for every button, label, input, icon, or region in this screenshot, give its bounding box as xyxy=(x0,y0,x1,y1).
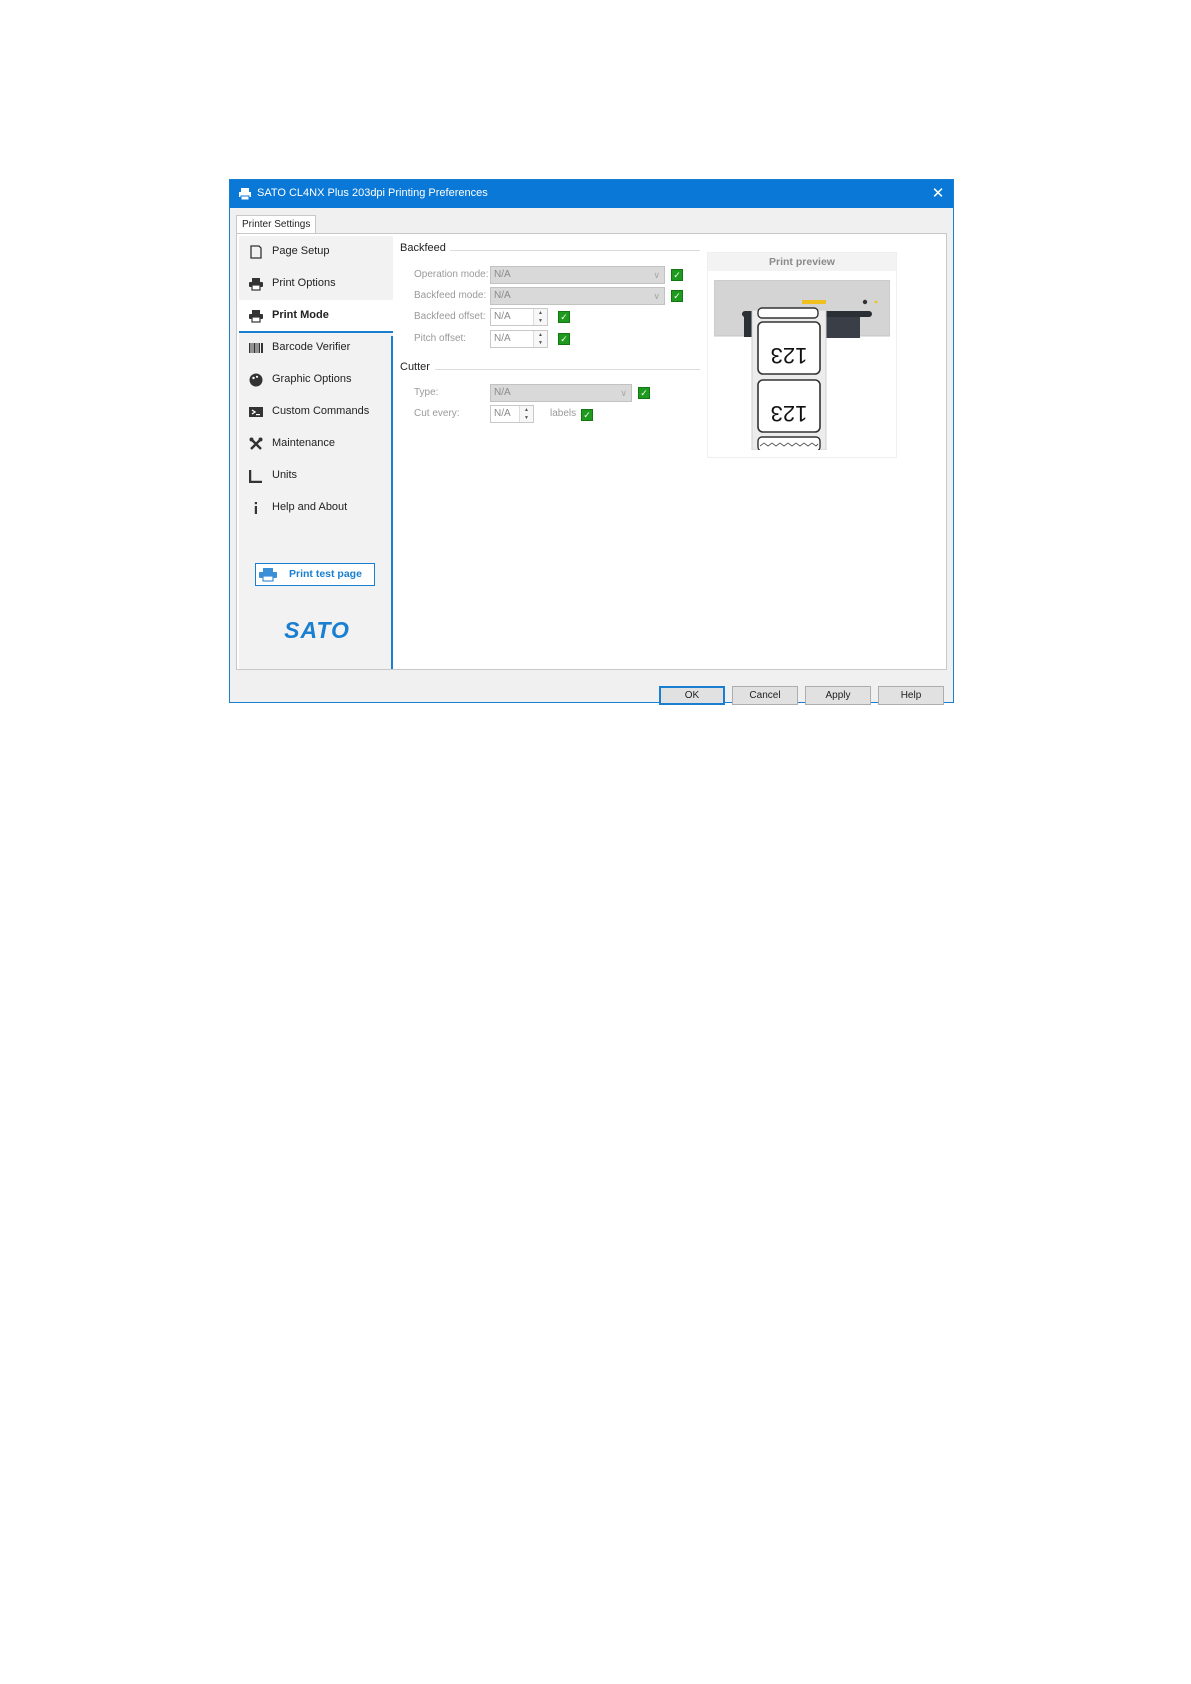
pitch-offset-checkbox[interactable]: ✓ xyxy=(558,333,570,345)
printer-preview-illustration: 123 123 xyxy=(714,280,890,450)
pitch-offset-spinner[interactable]: ▲ ▼ xyxy=(533,331,547,347)
svg-text:SATO: SATO xyxy=(284,619,350,641)
operation-mode-select[interactable]: N/A ∨ xyxy=(490,266,665,284)
tab-printer-settings[interactable]: Printer Settings xyxy=(236,215,316,233)
sidebar-item-print-mode[interactable]: Print Mode xyxy=(239,300,393,333)
backfeed-heading: Backfeed xyxy=(400,242,446,254)
sidebar-item-print-options[interactable]: Print Options xyxy=(239,268,393,300)
cut-every-value: N/A xyxy=(494,408,511,419)
cut-every-input[interactable]: N/A ▲ ▼ xyxy=(490,405,534,423)
printer-icon xyxy=(249,278,263,291)
sidebar-item-label: Barcode Verifier xyxy=(272,341,351,353)
chevron-down-icon: ∨ xyxy=(620,388,627,398)
sidebar-item-custom-commands[interactable]: Custom Commands xyxy=(239,396,393,428)
backfeed-offset-value: N/A xyxy=(494,311,511,322)
print-mode-content: Backfeed Operation mode: N/A ∨ ✓ Backfee… xyxy=(395,236,706,669)
sidebar-item-page-setup[interactable]: Page Setup xyxy=(239,236,393,268)
printer-icon xyxy=(239,188,251,201)
backfeed-offset-input[interactable]: N/A ▲ ▼ xyxy=(490,308,548,326)
spin-down-icon[interactable]: ▼ xyxy=(520,414,533,422)
title-bar: SATO CL4NX Plus 203dpi Printing Preferen… xyxy=(230,180,953,208)
sidebar-item-label: Help and About xyxy=(272,501,348,513)
sidebar: Page Setup Print Options Print Mode Barc… xyxy=(239,236,393,669)
cut-every-suffix: labels xyxy=(550,408,577,419)
cut-every-label: Cut every: xyxy=(414,408,460,419)
sidebar-item-label: Page Setup xyxy=(272,245,330,257)
backfeed-mode-value: N/A xyxy=(494,290,511,301)
page-icon xyxy=(250,245,262,259)
backfeed-offset-checkbox[interactable]: ✓ xyxy=(558,311,570,323)
cut-every-spinner[interactable]: ▲ ▼ xyxy=(519,406,533,422)
print-test-page-button[interactable]: Print test page xyxy=(255,563,375,586)
sidebar-item-help-and-about[interactable]: Help and About xyxy=(239,492,393,524)
backfeed-mode-checkbox[interactable]: ✓ xyxy=(671,290,683,302)
spin-down-icon[interactable]: ▼ xyxy=(534,339,547,347)
sidebar-item-label: Custom Commands xyxy=(272,405,370,417)
terminal-icon xyxy=(249,407,263,417)
ruler-icon xyxy=(249,470,262,483)
spin-up-icon[interactable]: ▲ xyxy=(520,406,533,414)
print-preview-title: Print preview xyxy=(708,253,896,271)
label-preview-text: 123 xyxy=(771,343,808,368)
window-title: SATO CL4NX Plus 203dpi Printing Preferen… xyxy=(257,187,488,199)
pitch-offset-label: Pitch offset: xyxy=(414,333,467,344)
cutter-type-select[interactable]: N/A ∨ xyxy=(490,384,632,402)
pitch-offset-input[interactable]: N/A ▲ ▼ xyxy=(490,330,548,348)
settings-panel: Page Setup Print Options Print Mode Barc… xyxy=(236,233,947,670)
sidebar-item-label: Graphic Options xyxy=(272,373,352,385)
backfeed-offset-label: Backfeed offset: xyxy=(414,311,486,322)
cutter-type-label: Type: xyxy=(414,387,439,398)
operation-mode-checkbox[interactable]: ✓ xyxy=(671,269,683,281)
spin-up-icon[interactable]: ▲ xyxy=(534,331,547,339)
cutter-separator xyxy=(435,369,700,370)
sidebar-item-label: Print Options xyxy=(272,277,336,289)
sidebar-item-label: Maintenance xyxy=(272,437,335,449)
cancel-button[interactable]: Cancel xyxy=(732,686,798,705)
sidebar-item-label: Print Mode xyxy=(272,309,329,321)
backfeed-mode-label: Backfeed mode: xyxy=(414,290,487,301)
sato-logo: SATO xyxy=(284,619,350,641)
backfeed-separator xyxy=(450,250,700,251)
cutter-type-value: N/A xyxy=(494,387,511,398)
close-button[interactable]: ✕ xyxy=(923,180,953,208)
operation-mode-label: Operation mode: xyxy=(414,269,489,280)
pitch-offset-value: N/A xyxy=(494,333,511,344)
spin-down-icon[interactable]: ▼ xyxy=(534,317,547,325)
sidebar-item-units[interactable]: Units xyxy=(239,460,393,492)
backfeed-mode-select[interactable]: N/A ∨ xyxy=(490,287,665,305)
info-icon xyxy=(254,502,257,514)
ok-button[interactable]: OK xyxy=(659,686,725,705)
palette-icon xyxy=(249,373,263,387)
barcode-icon xyxy=(249,343,263,353)
help-button[interactable]: Help xyxy=(878,686,944,705)
backfeed-offset-spinner[interactable]: ▲ ▼ xyxy=(533,309,547,325)
print-test-page-label: Print test page xyxy=(289,568,362,580)
sidebar-item-label: Units xyxy=(272,469,298,481)
chevron-down-icon: ∨ xyxy=(653,291,660,301)
print-preview-panel: Print preview 123 123 xyxy=(707,252,897,458)
cutter-heading: Cutter xyxy=(400,361,430,373)
printer-icon xyxy=(259,568,277,582)
chevron-down-icon: ∨ xyxy=(653,270,660,280)
sidebar-item-barcode-verifier[interactable]: Barcode Verifier xyxy=(239,332,393,364)
spin-up-icon[interactable]: ▲ xyxy=(534,309,547,317)
cutter-type-checkbox[interactable]: ✓ xyxy=(638,387,650,399)
sidebar-item-graphic-options[interactable]: Graphic Options xyxy=(239,364,393,396)
apply-button[interactable]: Apply xyxy=(805,686,871,705)
sidebar-item-maintenance[interactable]: Maintenance xyxy=(239,428,393,460)
printing-preferences-dialog: SATO CL4NX Plus 203dpi Printing Preferen… xyxy=(229,179,954,705)
cut-every-checkbox[interactable]: ✓ xyxy=(581,409,593,421)
printer-icon xyxy=(249,310,263,323)
operation-mode-value: N/A xyxy=(494,269,511,280)
tools-icon xyxy=(249,437,263,450)
label-preview-text: 123 xyxy=(771,401,808,426)
